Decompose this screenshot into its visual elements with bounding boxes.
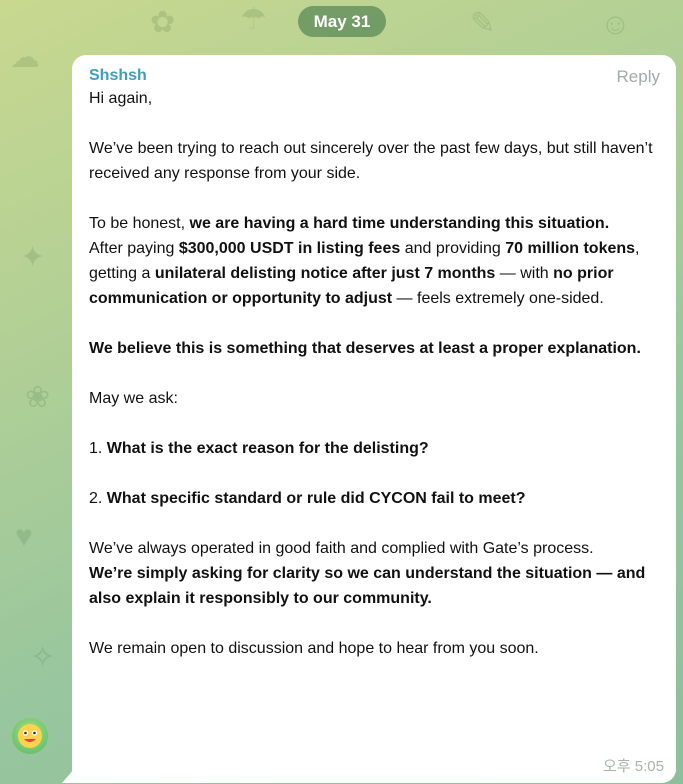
wallpaper-doodle-icon: ☺ [600, 8, 631, 41]
message-paragraph: To be honest, we are having a hard time … [89, 211, 664, 311]
wallpaper-doodle-icon: ❀ [25, 381, 51, 414]
date-separator: May 31 [298, 6, 386, 37]
reply-button[interactable]: Reply [617, 66, 660, 88]
message-text-run: After paying [89, 240, 179, 257]
message-text-run: and providing [400, 240, 506, 257]
wallpaper-doodle-icon: ☂ [240, 3, 267, 36]
sender-name[interactable]: Shshsh [89, 66, 664, 86]
message-paragraph: Hi again, [89, 86, 664, 111]
message-text-run: We remain open to discussion and hope to… [89, 640, 539, 657]
message-bold-text: What specific standard or rule did CYCON… [106, 490, 526, 507]
message-text-run: 1. [89, 440, 107, 457]
message-text-run: To be honest, [89, 215, 190, 232]
wallpaper-doodle-icon: ☁ [10, 41, 40, 74]
message-bold-text: we are having a hard time understanding … [189, 215, 610, 232]
message-bold-text: unilateral delisting notice after just 7… [154, 265, 496, 282]
message-paragraph: We’ve been trying to reach out sincerely… [89, 136, 664, 186]
message-paragraph: We believe this is something that deserv… [89, 336, 664, 361]
wallpaper-doodle-icon: ✎ [470, 7, 496, 40]
message-text-run: — with [495, 265, 554, 282]
emoji-face-icon [18, 724, 42, 748]
message-text: Hi again, We’ve been trying to reach out … [89, 86, 664, 661]
message-bold-text: What is the exact reason for the delisti… [106, 440, 429, 457]
wallpaper-doodle-icon: ✿ [150, 6, 176, 39]
message-text-run: 2. [89, 490, 107, 507]
wallpaper-doodle-icon: ✧ [30, 641, 56, 674]
message-paragraph: 1. What is the exact reason for the deli… [89, 436, 664, 461]
message-paragraph: We remain open to discussion and hope to… [89, 636, 664, 661]
wallpaper-doodle-icon: ✦ [20, 241, 46, 274]
message-bubble[interactable]: Shshsh Reply Hi again, We’ve been trying … [72, 55, 676, 783]
message-text-run: — feels extremely one-sided. [392, 290, 604, 307]
sender-avatar[interactable] [12, 718, 48, 754]
message-bold-text: 70 million tokens [505, 240, 636, 257]
message-paragraph: May we ask: [89, 386, 664, 411]
message-paragraph: 2. What specific standard or rule did CY… [89, 486, 664, 511]
wallpaper-doodle-icon: ♥ [15, 520, 33, 553]
message-timestamp: 오후 5:05 [603, 758, 664, 775]
message-text-run: We’ve been trying to reach out sincerely… [89, 140, 653, 182]
message-text-run: May we ask: [89, 390, 178, 407]
message-paragraph: We’ve always operated in good faith and … [89, 536, 664, 611]
message-bold-text: $300,000 USDT in listing fees [178, 240, 401, 257]
message-text-run: Hi again, [89, 90, 153, 107]
message-bold-text: We believe this is something that deserv… [89, 340, 641, 357]
message-text-run: We’ve always operated in good faith and … [89, 540, 594, 557]
message-bold-text: We’re simply asking for clarity so we ca… [89, 565, 646, 607]
